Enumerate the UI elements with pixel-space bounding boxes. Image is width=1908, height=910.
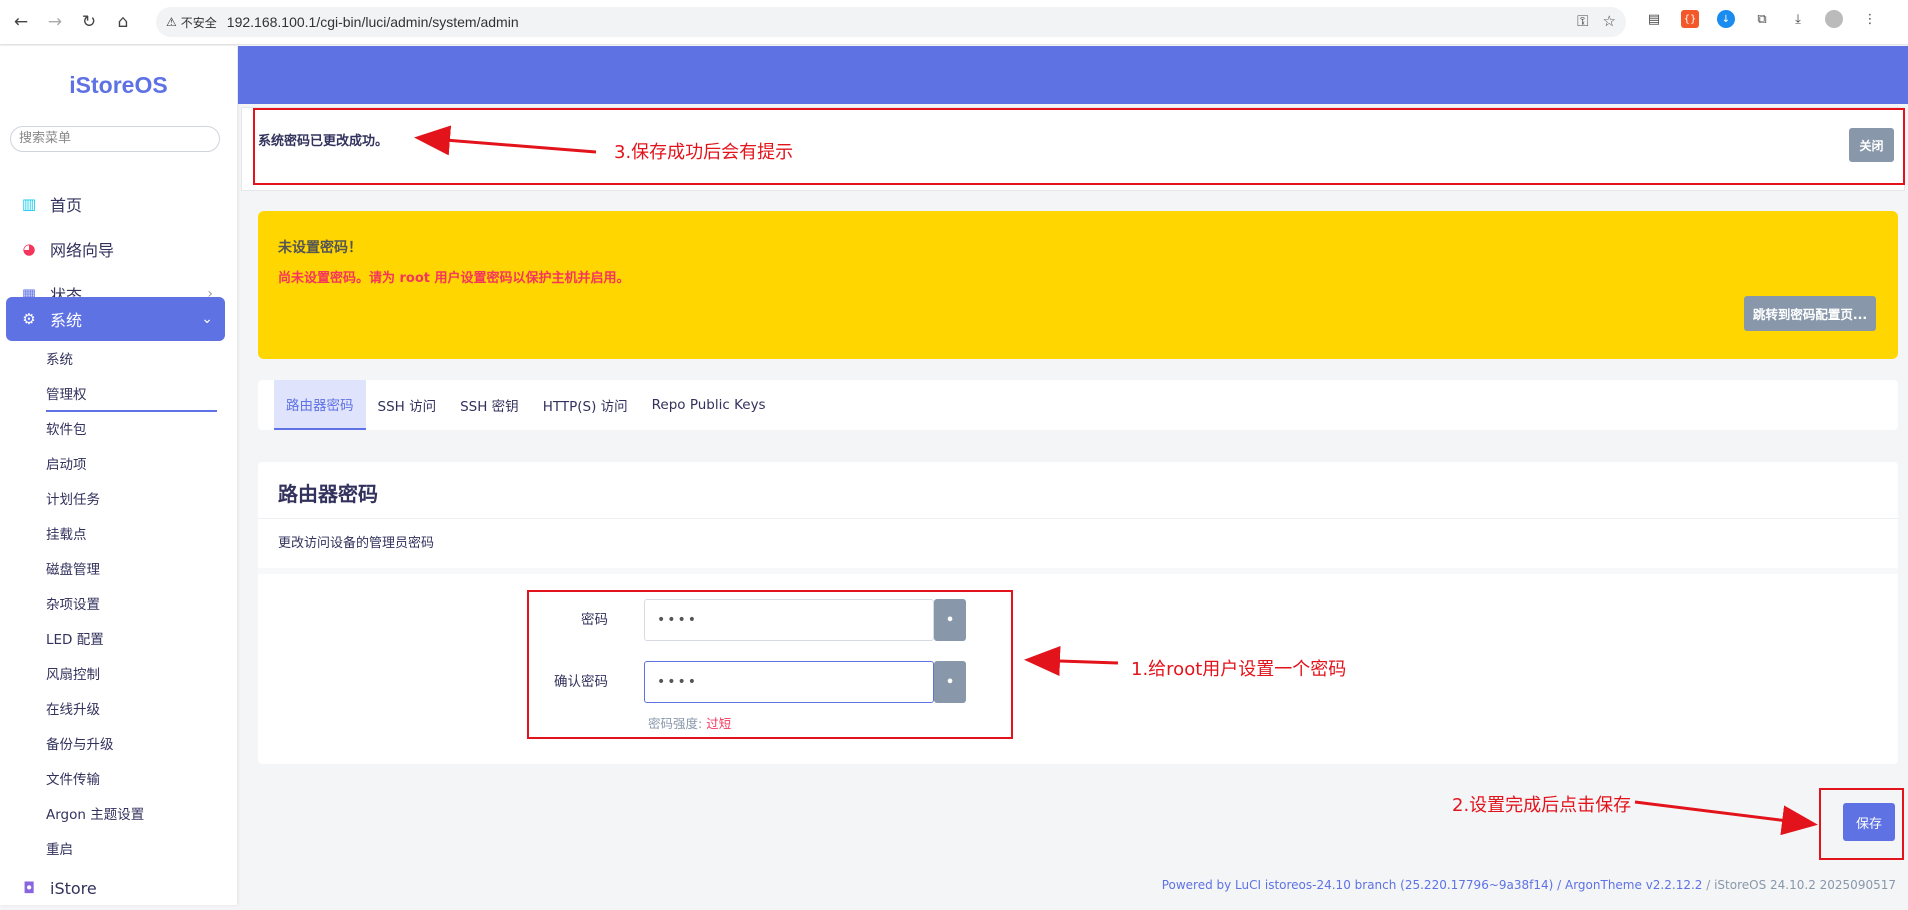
sidebar-item-istore[interactable]: ◘ iStore <box>6 866 225 910</box>
warning-icon: ⚠ <box>166 15 177 29</box>
extensions-puzzle-icon[interactable]: ⧉ <box>1753 10 1771 28</box>
submenu-admin[interactable]: 管理权 <box>46 385 87 405</box>
submenu-packages[interactable]: 软件包 <box>46 420 87 440</box>
submenu-fan[interactable]: 风扇控制 <box>46 665 100 685</box>
warning-alert: 未设置密码！ 尚未设置密码。请为 root 用户设置密码以保护主机并启用。 跳转… <box>258 211 1898 359</box>
extension-blue-icon[interactable]: ↓ <box>1717 10 1735 28</box>
sidebar-item-label: iStore <box>50 878 97 898</box>
submenu-system[interactable]: 系统 <box>46 350 73 370</box>
sidebar: iStoreOS 搜索菜单 ▥ 首页 ◕ 网络向导 ▦ 状态 › ⚙ 系统 ⌄ … <box>0 46 237 905</box>
annotation-box-success <box>253 108 1905 185</box>
tab-https-access[interactable]: HTTP(S) 访问 <box>531 380 640 430</box>
divider <box>258 518 1898 519</box>
submenu-disk[interactable]: 磁盘管理 <box>46 560 100 580</box>
submenu-backup[interactable]: 备份与升级 <box>46 735 114 755</box>
active-submenu-underline <box>46 410 217 412</box>
submenu-cron[interactable]: 计划任务 <box>46 490 100 510</box>
arrow-to-save <box>1634 800 1818 836</box>
extension-orange-icon[interactable]: {} <box>1681 10 1699 28</box>
goto-password-config-button[interactable]: 跳转到密码配置页... <box>1744 296 1876 331</box>
panel-description: 更改访问设备的管理员密码 <box>278 536 435 551</box>
submenu-startup[interactable]: 启动项 <box>46 455 87 475</box>
gear-icon: ⚙ <box>22 310 36 328</box>
key-icon[interactable]: ⚿ <box>1577 12 1588 30</box>
submenu-argon[interactable]: Argon 主题设置 <box>46 805 144 825</box>
sidebar-item-label: 网络向导 <box>50 241 115 260</box>
footer: Powered by LuCI istoreos-24.10 branch (2… <box>1162 878 1896 892</box>
submenu-file-transfer[interactable]: 文件传输 <box>46 770 100 790</box>
tab-repo-public-keys[interactable]: Repo Public Keys <box>640 380 778 430</box>
address-bar[interactable]: ⚠ 不安全 192.168.100.1/cgi-bin/luci/admin/s… <box>156 7 1626 37</box>
tab-ssh-keys[interactable]: SSH 密钥 <box>448 380 531 430</box>
annotation-box-save <box>1819 788 1904 860</box>
header-band <box>238 46 1908 104</box>
download-icon[interactable]: ⤓ <box>1789 10 1807 28</box>
insecure-label: 不安全 <box>180 15 217 30</box>
footer-link[interactable]: Powered by LuCI istoreos-24.10 branch (2… <box>1162 878 1703 892</box>
chart-icon: ▥ <box>21 195 37 213</box>
annotation-note-2: 2.设置完成后点击保存 <box>1452 795 1632 816</box>
forward-icon[interactable]: → <box>42 9 68 35</box>
star-icon[interactable]: ☆ <box>1603 12 1616 30</box>
annotation-box-password <box>527 590 1013 739</box>
router-password-panel: 路由器密码 更改访问设备的管理员密码 密码 •••• • 确认密码 •••• •… <box>258 462 1898 764</box>
submenu-reboot[interactable]: 重启 <box>46 840 73 860</box>
globe-icon: ◕ <box>22 240 36 258</box>
security-indicator[interactable]: ⚠ 不安全 <box>166 14 227 31</box>
submenu-mounts[interactable]: 挂载点 <box>46 525 87 545</box>
annotation-note-3: 3.保存成功后会有提示 <box>614 142 794 163</box>
reload-icon[interactable]: ↻ <box>76 9 102 35</box>
bag-icon: ◘ <box>23 879 35 897</box>
tab-router-password[interactable]: 路由器密码 <box>274 380 366 430</box>
browser-toolbar: ← → ↻ ⌂ ⚠ 不安全 192.168.100.1/cgi-bin/luci… <box>0 0 1908 45</box>
brand-logo[interactable]: iStoreOS <box>0 72 237 99</box>
warning-title: 未设置密码！ <box>278 240 362 256</box>
divider <box>258 568 1898 574</box>
submenu-online-upgrade[interactable]: 在线升级 <box>46 700 100 720</box>
footer-version: / iStoreOS 24.10.2 2025090517 <box>1702 878 1896 892</box>
warning-message: 尚未设置密码。请为 root 用户设置密码以保护主机并启用。 <box>278 271 630 286</box>
tab-search-icon[interactable]: ▤ <box>1645 10 1663 28</box>
menu-search-input[interactable]: 搜索菜单 <box>10 126 220 152</box>
submenu-misc[interactable]: 杂项设置 <box>46 595 100 615</box>
sidebar-item-network-wizard[interactable]: ◕ 网络向导 <box>6 227 225 271</box>
profile-avatar-icon[interactable] <box>1825 10 1843 28</box>
chevron-down-icon: ⌄ <box>201 311 213 327</box>
sidebar-item-label: 系统 <box>50 311 83 330</box>
tab-ssh-access[interactable]: SSH 访问 <box>366 380 449 430</box>
sidebar-item-home[interactable]: ▥ 首页 <box>6 182 225 226</box>
tab-bar: 路由器密码 SSH 访问 SSH 密钥 HTTP(S) 访问 Repo Publ… <box>258 380 1898 430</box>
more-menu-icon[interactable]: ⋮ <box>1861 10 1879 28</box>
home-icon[interactable]: ⌂ <box>110 9 136 35</box>
annotation-note-1: 1.给root用户设置一个密码 <box>1131 659 1347 680</box>
back-icon[interactable]: ← <box>8 9 34 35</box>
url-text[interactable]: 192.168.100.1/cgi-bin/luci/admin/system/… <box>227 14 519 30</box>
sidebar-item-label: 首页 <box>50 196 83 215</box>
submenu-led[interactable]: LED 配置 <box>46 630 104 650</box>
panel-title: 路由器密码 <box>278 482 378 506</box>
sidebar-item-system[interactable]: ⚙ 系统 ⌄ <box>6 297 225 341</box>
